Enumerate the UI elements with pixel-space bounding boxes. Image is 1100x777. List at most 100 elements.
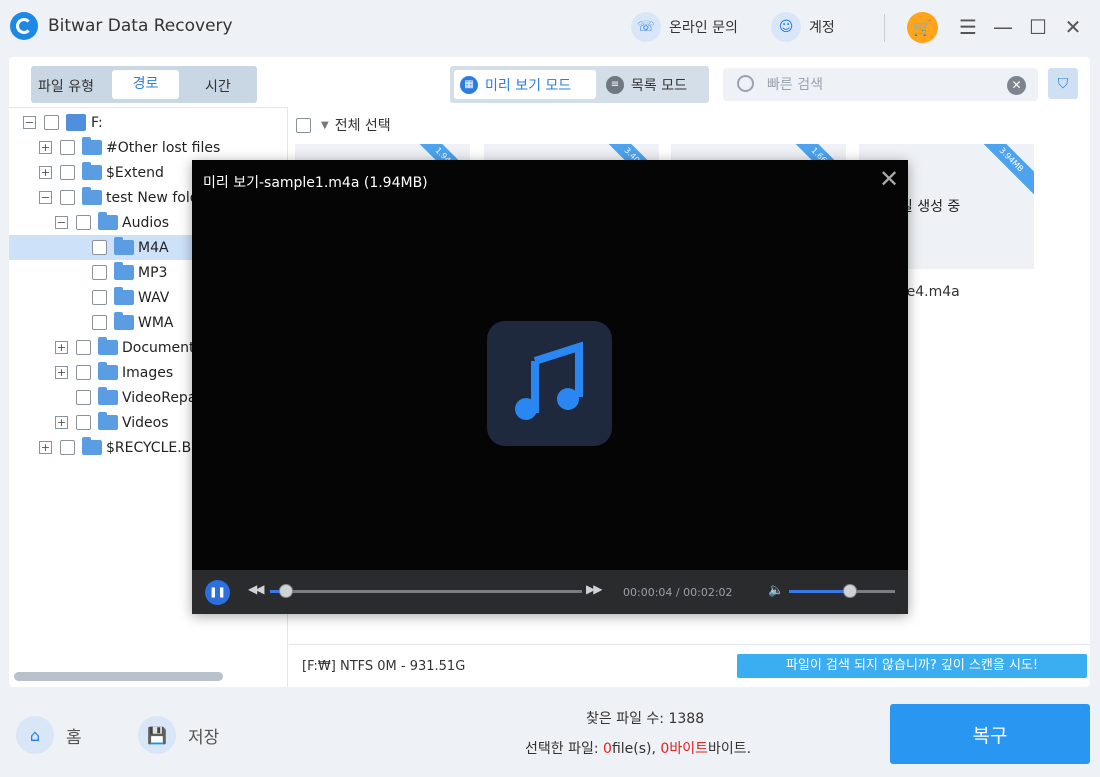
tree-item-label: MP3 bbox=[138, 264, 168, 281]
caret-down-icon[interactable]: ▼ bbox=[321, 120, 329, 131]
folder-icon bbox=[82, 162, 102, 180]
bottom-bar: ⌂ 홈 💾 저장 찾은 파일 수: 1388 선택한 파일: 0file(s),… bbox=[0, 690, 1100, 777]
folder-icon bbox=[114, 262, 134, 280]
tree-item-checkbox[interactable] bbox=[60, 165, 75, 180]
expand-icon[interactable]: + bbox=[55, 366, 68, 379]
folder-icon bbox=[82, 187, 102, 205]
minimize-icon[interactable]: — bbox=[990, 14, 1016, 40]
title-bar: Bitwar Data Recovery ☏ 온라인 문의 ☺ 계정 🛒 ☰ —… bbox=[0, 0, 1100, 56]
tree-item-label: Images bbox=[122, 364, 174, 381]
expand-icon[interactable]: + bbox=[39, 166, 52, 179]
rewind-icon[interactable]: ◀◀ bbox=[248, 582, 265, 596]
save-button[interactable]: 💾 저장 bbox=[138, 716, 219, 754]
account-button[interactable]: ☺ 계정 bbox=[771, 12, 835, 42]
selected-bytes-unit: 바이트. bbox=[707, 741, 752, 757]
list-icon: ≡ bbox=[606, 75, 624, 94]
clear-search-icon[interactable]: ✕ bbox=[1007, 76, 1026, 95]
volume-knob[interactable] bbox=[843, 584, 858, 598]
folder-icon bbox=[114, 287, 134, 305]
view-mode-toggle: ▦ 미리 보기 모드 ≡ 목록 모드 bbox=[450, 66, 709, 103]
collapse-icon[interactable]: − bbox=[23, 116, 36, 129]
selected-bytes: 0바이트 bbox=[660, 741, 708, 757]
recover-button[interactable]: 복구 bbox=[890, 704, 1090, 764]
tree-item-checkbox[interactable] bbox=[76, 415, 91, 430]
tree-item-label: WMA bbox=[138, 314, 174, 331]
deep-scan-button[interactable]: 파일이 검색 되지 않습니까? 깊이 스캔을 시도! bbox=[737, 654, 1087, 678]
tree-item-checkbox[interactable] bbox=[92, 290, 107, 305]
tree-item-checkbox[interactable] bbox=[60, 140, 75, 155]
preview-mode-label: 미리 보기 모드 bbox=[485, 77, 572, 94]
preview-mode-button[interactable]: ▦ 미리 보기 모드 bbox=[454, 70, 596, 99]
expand-icon[interactable]: + bbox=[39, 441, 52, 454]
tree-item-checkbox[interactable] bbox=[76, 215, 91, 230]
tree-item[interactable]: − F: bbox=[9, 110, 287, 135]
tab-time[interactable]: 시간 bbox=[205, 76, 231, 96]
tree-item-label: F: bbox=[91, 114, 103, 131]
folder-icon bbox=[114, 312, 134, 330]
select-all-label: 전체 선택 bbox=[334, 118, 391, 134]
tree-item-checkbox[interactable] bbox=[92, 240, 107, 255]
online-support-button[interactable]: ☏ 온라인 문의 bbox=[631, 12, 738, 42]
folder-icon bbox=[114, 237, 134, 255]
tree-item-checkbox[interactable] bbox=[76, 390, 91, 405]
tree-item-checkbox[interactable] bbox=[60, 440, 75, 455]
fast-forward-icon[interactable]: ▶▶ bbox=[586, 582, 603, 596]
tree-item-label: M4A bbox=[138, 239, 169, 256]
search-box: ✕ bbox=[723, 68, 1038, 101]
tree-item-checkbox[interactable] bbox=[76, 340, 91, 355]
tab-path[interactable]: 경로 bbox=[112, 70, 179, 99]
folder-icon bbox=[98, 337, 118, 355]
close-icon[interactable]: ✕ bbox=[1060, 14, 1086, 40]
tree-item-label: Audios bbox=[122, 214, 170, 231]
tree-item-checkbox[interactable] bbox=[60, 190, 75, 205]
collapse-icon[interactable]: − bbox=[55, 216, 68, 229]
drive-icon bbox=[66, 114, 86, 131]
save-label: 저장 bbox=[188, 727, 220, 748]
expand-icon[interactable]: + bbox=[55, 341, 68, 354]
found-count: 찾은 파일 수: 1388 bbox=[586, 711, 705, 727]
progress-slider[interactable] bbox=[270, 584, 582, 598]
tree-item-label: #Other lost files bbox=[106, 139, 221, 156]
filter-button[interactable]: ⛉ bbox=[1048, 68, 1078, 99]
account-label: 계정 bbox=[809, 20, 835, 36]
expand-icon[interactable]: + bbox=[39, 141, 52, 154]
folder-icon bbox=[98, 412, 118, 430]
select-all-checkbox[interactable] bbox=[296, 117, 311, 133]
collapse-icon[interactable]: − bbox=[39, 191, 52, 204]
volume-slider[interactable] bbox=[789, 584, 895, 598]
tab-file-type[interactable]: 파일 유형 bbox=[38, 76, 94, 96]
tree-item[interactable]: + #Other lost files bbox=[9, 135, 287, 160]
time-separator: / bbox=[675, 586, 680, 599]
list-mode-button[interactable]: ≡ 목록 모드 bbox=[606, 70, 687, 99]
search-icon bbox=[737, 75, 754, 92]
total-time: 00:02:02 bbox=[683, 586, 733, 599]
volume-icon[interactable]: 🔈 bbox=[768, 583, 784, 599]
tree-item-checkbox[interactable] bbox=[92, 315, 107, 330]
progress-knob[interactable] bbox=[278, 584, 293, 598]
maximize-icon[interactable]: ☐ bbox=[1025, 14, 1051, 40]
select-all[interactable]: ▼ 전체 선택 bbox=[296, 115, 391, 135]
selected-info: 선택한 파일: 0file(s), 0바이트바이트. bbox=[525, 738, 751, 758]
expand-icon[interactable]: + bbox=[55, 416, 68, 429]
tree-item-label: Documents bbox=[122, 339, 202, 356]
tree-item-label: Videos bbox=[122, 414, 169, 431]
tree-item-checkbox[interactable] bbox=[92, 265, 107, 280]
drive-status: [F:₩] NTFS 0M - 931.51G bbox=[302, 659, 466, 674]
home-button[interactable]: ⌂ 홈 bbox=[16, 716, 82, 754]
menu-icon[interactable]: ☰ bbox=[955, 14, 981, 40]
preview-modal: 미리 보기-sample1.m4a (1.94MB) ✕ ❚❚ ◀◀ ▶▶ 00… bbox=[192, 160, 908, 614]
list-mode-label: 목록 모드 bbox=[631, 77, 687, 94]
search-input[interactable] bbox=[767, 74, 997, 96]
current-time: 00:00:04 bbox=[623, 586, 673, 599]
user-icon: ☺ bbox=[771, 12, 801, 42]
tree-horizontal-scrollbar[interactable] bbox=[14, 672, 223, 681]
tree-item-checkbox[interactable] bbox=[44, 115, 59, 130]
tree-item-label: $Extend bbox=[106, 164, 164, 181]
tree-item-label: WAV bbox=[138, 289, 170, 306]
pause-button[interactable]: ❚❚ bbox=[205, 580, 230, 605]
folder-icon bbox=[82, 137, 102, 155]
close-preview-icon[interactable]: ✕ bbox=[878, 167, 900, 191]
music-note-icon bbox=[487, 321, 612, 446]
cart-icon[interactable]: 🛒 bbox=[907, 12, 938, 43]
tree-item-checkbox[interactable] bbox=[76, 365, 91, 380]
